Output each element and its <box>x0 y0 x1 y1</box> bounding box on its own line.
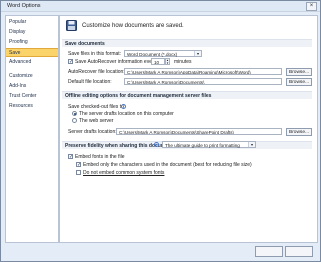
sidebar-item-add-ins[interactable]: Add-Ins <box>6 82 58 91</box>
radio-server-drafts[interactable] <box>72 111 77 116</box>
close-icon: × <box>309 3 314 9</box>
cancel-button[interactable] <box>285 246 313 257</box>
drafts-location-label: Server drafts location: <box>68 129 117 135</box>
radio-server-drafts-label: The server drafts location on this compu… <box>79 111 174 117</box>
help-icon[interactable]: i <box>154 142 159 147</box>
sidebar-item-advanced[interactable]: Advanced <box>6 58 58 67</box>
autorecover-location-field[interactable]: C:\Users\Mark A Romson\AppData\Roaming\M… <box>124 68 282 75</box>
default-browse-button[interactable]: Browse... <box>286 78 312 86</box>
sidebar-item-trust-center[interactable]: Trust Center <box>6 92 58 101</box>
title-bar: Word Options × <box>1 1 320 12</box>
no-common-fonts-checkbox[interactable] <box>76 170 81 175</box>
autorecover-minutes-value: 10 <box>154 60 160 65</box>
chevron-down-icon: ▾ <box>248 142 255 147</box>
window-title: Word Options <box>7 3 41 9</box>
embed-fonts-label: Embed fonts in the file <box>75 154 125 160</box>
autorecover-location-value: C:\Users\Mark A Romson\AppData\Roaming\M… <box>127 70 251 75</box>
no-common-fonts-label: Do not embed common system fonts <box>83 170 165 176</box>
default-location-value: C:\Users\Mark A Romson\Documents\ <box>127 80 205 85</box>
autorecover-browse-button[interactable]: Browse... <box>286 68 312 76</box>
radio-web-server[interactable] <box>72 118 77 123</box>
drafts-location-field[interactable]: C:\Users\Mark A Romson\Documents\SharePo… <box>116 128 282 135</box>
embed-chars-label: Embed only the characters used in the do… <box>83 162 252 168</box>
sidebar-item-save[interactable]: Save <box>6 48 58 57</box>
chevron-down-icon: ▾ <box>194 51 201 56</box>
fidelity-document-value: The ultimate guide to print formatting <box>165 143 240 148</box>
format-select[interactable]: Word Document (*.docx) ▾ <box>124 50 202 57</box>
autorecover-location-label: AutoRecover file location: <box>68 69 125 75</box>
autorecover-units: minutes <box>174 59 192 65</box>
panel-header: Customize how documents are saved. <box>60 16 317 36</box>
format-label: Save files in this format: <box>68 51 122 57</box>
embed-fonts-checkbox[interactable]: ✓ <box>68 154 73 160</box>
format-value: Word Document (*.docx) <box>127 52 178 57</box>
close-button[interactable]: × <box>306 2 317 11</box>
section-offline-editing: Offline editing options for document man… <box>62 91 312 99</box>
autorecover-label: Save AutoRecover information every <box>75 59 157 65</box>
sidebar-item-resources[interactable]: Resources <box>6 102 58 111</box>
default-location-field[interactable]: C:\Users\Mark A Romson\Documents\ <box>124 78 282 85</box>
ok-button[interactable] <box>255 246 283 257</box>
sidebar-item-proofing[interactable]: Proofing <box>6 38 58 47</box>
save-options-panel: Customize how documents are saved. Save … <box>59 15 318 243</box>
word-options-window: Word Options × Popular Display Proofing … <box>0 0 321 262</box>
save-disk-icon <box>66 20 77 31</box>
panel-header-text: Customize how documents are saved. <box>82 23 184 29</box>
sidebar-item-customize[interactable]: Customize <box>6 72 58 81</box>
drafts-browse-button[interactable]: Browse... <box>286 128 312 136</box>
drafts-location-value: C:\Users\Mark A Romson\Documents\SharePo… <box>119 130 234 135</box>
fidelity-document-select[interactable]: The ultimate guide to print formatting ▾ <box>162 141 256 148</box>
minutes-spinner[interactable]: ▴ ▾ <box>165 58 170 65</box>
autorecover-minutes-field[interactable]: 10 <box>151 58 165 65</box>
sidebar-item-popular[interactable]: Popular <box>6 18 58 27</box>
section-save-documents: Save documents <box>62 39 312 47</box>
help-icon[interactable]: i <box>121 104 126 109</box>
options-sidebar: Popular Display Proofing Save Advanced C… <box>5 15 59 243</box>
embed-chars-checkbox[interactable]: ✓ <box>76 162 81 168</box>
radio-web-server-label: The web server <box>79 118 114 124</box>
default-location-label: Default file location: <box>68 79 112 85</box>
saveout-label: Save checked-out files to: <box>68 104 126 110</box>
sidebar-item-display[interactable]: Display <box>6 28 58 37</box>
autorecover-checkbox[interactable]: ✓ <box>68 59 73 65</box>
